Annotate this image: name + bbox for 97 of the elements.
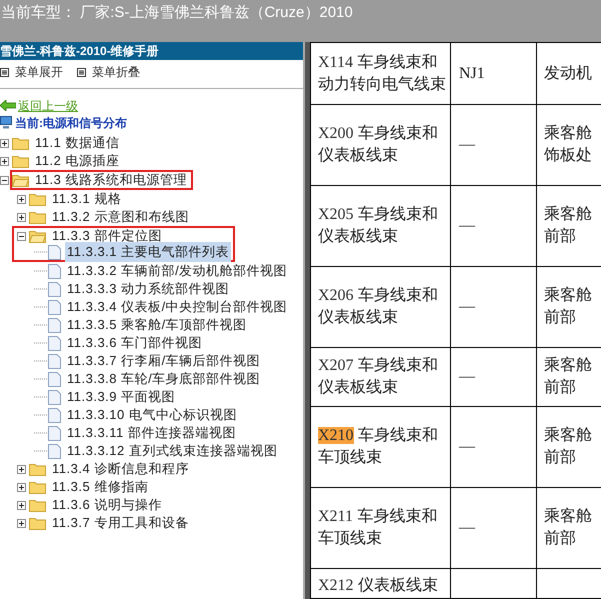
tree-connector-icon [34,360,47,362]
tree-item[interactable]: 11.3.3.6 车门部件视图 [65,333,204,353]
expand-icon[interactable] [17,482,26,492]
page-icon [48,354,61,368]
tree-item[interactable]: 11.3.5 维修指南 [50,477,150,497]
page-icon [48,408,61,422]
table-cell: — [459,298,475,315]
table-cell: X211 车身线束和 车顶线束 [310,488,450,568]
manual-title-bar: 雪佛兰-科鲁兹-2010-维修手册 [0,42,303,60]
folder-icon [29,210,46,224]
expand-icon[interactable] [17,464,26,474]
menu-toolbar-button[interactable]: 菜单展开 [0,63,63,81]
folder-icon [12,173,29,187]
table-cell-text: 乘客舱 前部 [544,356,592,398]
expand-icon[interactable] [17,518,26,528]
table-cell: — [459,217,475,234]
table-cell: X212 仪表板线束 [310,568,450,598]
table-cell: — [459,368,475,385]
tree-connector-icon [34,324,47,326]
table-cell: NJ1 [459,64,485,82]
table-cell-text: 乘客舱 前部 [544,286,592,328]
table-cell: — [459,519,475,536]
table-cell-text: 乘客舱 前部 [544,426,592,468]
tree-item[interactable]: 11.3.3.2 车辆前部/发动机舱部件视图 [65,261,290,281]
table-cell-text: 乘客舱 前部 [544,204,592,247]
current-section: 当前:电源和信号分布 [15,114,127,132]
window-title: 当前车型： 厂家:S-上海雪佛兰科鲁兹（Cruze）2010 [1,4,353,22]
tree-connector-icon [34,450,47,452]
folder-icon [12,154,29,168]
tree-connector-icon [34,396,47,398]
list-icon [0,68,9,76]
page-icon [48,300,61,314]
tree-connector-icon [34,414,47,416]
tree-connector-icon [34,432,47,434]
tree-connector-icon [34,270,47,272]
folder-icon [29,229,46,243]
tree-connector-icon [34,378,47,380]
tree-connector-icon [34,251,47,253]
collapse-icon[interactable] [0,176,9,184]
tree-item[interactable]: 11.3.3.1 主要电气部件列表 [65,242,232,262]
tree-connector-icon [34,306,47,308]
back-link[interactable]: 返回上一级 [18,96,78,114]
folder-icon [29,462,46,476]
page-icon [48,426,61,440]
tree-item[interactable]: 11.3.4 诊断信息和程序 [50,459,191,479]
tree-item[interactable]: 11.1 数据通信 [33,133,122,153]
tree-item[interactable]: 11.3.3.9 平面视图 [65,387,178,407]
back-arrow-icon [0,100,16,111]
list-icon [77,68,86,76]
tree-item[interactable]: 11.3.7 专用工具和设备 [50,513,191,533]
page-icon [48,282,61,296]
expand-icon[interactable] [17,500,26,510]
expand-icon[interactable] [17,212,26,222]
table-cell: X206 车身线束和 仪表板线束 [310,266,450,348]
tree-item[interactable]: 11.2 电源插座 [33,151,122,171]
tree-item[interactable]: 11.3.6 说明与操作 [50,495,164,515]
folder-icon [29,498,46,512]
table-cell: X210 车身线束和 车顶线束 [310,406,450,488]
page-icon [48,336,61,350]
table-cell-text: 发动机 [544,64,592,84]
tree-item[interactable]: 11.3.3.7 行李厢/车辆后部件视图 [65,351,262,371]
table-cell: X205 车身线束和 仪表板线束 [310,186,450,266]
tree-item[interactable]: 11.3.1 规格 [50,189,124,209]
computer-icon [0,116,12,129]
menu-toolbar-button[interactable]: 菜单折叠 [77,63,140,81]
table-cell: X200 车身线束和 仪表板线束 [310,104,450,186]
tree-item[interactable]: 11.3.3.11 部件连接器端视图 [65,423,238,443]
page-icon [48,244,61,260]
folder-icon [29,192,46,206]
tree-item[interactable]: 11.3.3.4 仪表板/中央控制台部件视图 [65,297,290,317]
folder-icon [29,480,46,494]
tree-connector-icon [34,288,47,290]
tree-item[interactable]: 11.3.3.3 动力系统部件视图 [65,279,232,299]
page-icon [48,318,61,332]
page-icon [48,390,61,404]
tree-item[interactable]: 11.3.3.8 车轮/车身底部部件视图 [65,369,262,389]
tree-item[interactable]: 11.3.2 示意图和布线图 [50,207,191,227]
table-cell: — [459,136,475,153]
table-cell: — [459,438,475,455]
page-icon [48,372,61,386]
expand-icon[interactable] [0,156,9,166]
expand-icon[interactable] [0,138,9,148]
table-cell-text: 乘客舱 饰板处 [544,124,592,166]
tree-connector-icon [34,342,47,344]
tree-item[interactable]: 11.3.3.5 乘客舱/车顶部件视图 [65,315,249,335]
folder-icon [29,516,46,530]
tree-item[interactable]: 11.3.3.12 直列式线束连接器端视图 [65,441,280,461]
table-cell: X114 车身线束和 动力转向电气线束 [310,42,450,104]
tree-item[interactable]: 11.3 线路系统和电源管理 [33,170,189,190]
expand-icon[interactable] [17,194,26,204]
table-cell-text: 乘客舱 前部 [544,506,592,549]
page-icon [48,264,61,278]
tree-item[interactable]: 11.3.3.10 电气中心标识视图 [65,405,239,425]
folder-icon [12,136,29,150]
page-icon [48,444,61,458]
collapse-icon[interactable] [17,232,26,240]
table-cell: X207 车身线束和 仪表板线束 [310,348,450,406]
